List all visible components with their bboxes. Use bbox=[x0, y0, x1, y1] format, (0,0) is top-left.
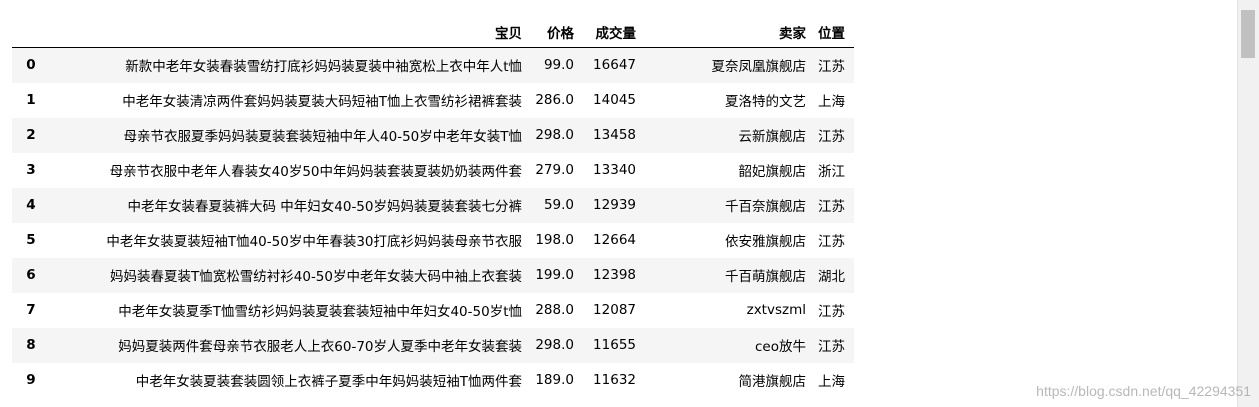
cell-item-name: 中老年女装夏装短袖T恤40-50岁中年春装30打底衫妈妈装母亲节衣服 bbox=[106, 234, 522, 250]
row-index: 9 bbox=[26, 372, 36, 388]
row-index: 3 bbox=[26, 162, 36, 178]
cell-seller: 千百萌旗舰店 bbox=[725, 269, 806, 285]
table-row: 8 妈妈夏装两件套母亲节衣服老人上衣60-70岁人夏季中老年女装套装 298.0 11… bbox=[12, 327, 854, 363]
cell-item-name: 中老年女装清凉两件套妈妈装夏装大码短袖T恤上衣雪纺衫裙裤套装 bbox=[122, 94, 522, 110]
cell-volume: 12939 bbox=[593, 197, 636, 213]
cell-volume: 11655 bbox=[593, 337, 636, 353]
cell-location: 江苏 bbox=[818, 199, 845, 215]
cell-seller: 夏奈凤凰旗舰店 bbox=[711, 59, 807, 76]
column-header-location: 位置 bbox=[812, 16, 854, 48]
scrollbar-thumb[interactable] bbox=[1241, 10, 1255, 58]
cell-seller: 依安雅旗舰店 bbox=[725, 234, 806, 250]
cell-volume: 11632 bbox=[593, 372, 636, 388]
table-header: 宝贝 价格 成交量 卖家 位置 bbox=[12, 16, 854, 48]
cell-seller: ceo放牛 bbox=[755, 339, 806, 355]
table-row: 5 中老年女装夏装短袖T恤40-50岁中年春装30打底衫妈妈装母亲节衣服 198.0… bbox=[12, 222, 854, 258]
row-index: 4 bbox=[26, 197, 36, 213]
cell-seller: 夏洛特的文艺 bbox=[725, 94, 806, 110]
cell-location: 上海 bbox=[818, 374, 845, 390]
cell-seller: zxtvszml bbox=[746, 302, 806, 318]
table-row: 2 母亲节衣服夏季妈妈装夏装套装短袖中年人40-50岁中老年女装T恤 298.0 13… bbox=[12, 117, 854, 153]
cell-location: 浙江 bbox=[818, 164, 845, 180]
cell-item-name: 母亲节衣服中老年人春装女40岁50中年妈妈装套装夏装奶奶装两件套 bbox=[109, 164, 522, 180]
cell-volume: 12087 bbox=[593, 302, 636, 318]
table-row: 3 母亲节衣服中老年人春装女40岁50中年妈妈装套装夏装奶奶装两件套 279.0 13… bbox=[12, 152, 854, 188]
cell-location: 江苏 bbox=[818, 339, 845, 355]
cell-item-name: 中老年女装夏装套装圆领上衣裤子夏季中年妈妈装短袖T恤两件套 bbox=[135, 374, 522, 390]
cell-seller: 云新旗舰店 bbox=[738, 129, 807, 145]
cell-item-name: 妈妈装春夏装T恤宽松雪纺衬衫40-50岁中老年女装大码中袖上衣套装 bbox=[110, 269, 522, 285]
cell-price: 298.0 bbox=[535, 337, 574, 353]
cell-volume: 13458 bbox=[593, 127, 636, 143]
cell-location: 江苏 bbox=[818, 129, 845, 145]
table-row: 6 妈妈装春夏装T恤宽松雪纺衬衫40-50岁中老年女装大码中袖上衣套装 199.0 1… bbox=[12, 257, 854, 293]
cell-price: 286.0 bbox=[535, 92, 574, 108]
table-body: 0 新款中老年女装春装雪纺打底衫妈妈装夏装中袖宽松上衣中年人t恤 99.0 16647… bbox=[12, 47, 854, 398]
notebook-output-area: 宝贝 价格 成交量 卖家 位置 0 新款中老年女装春装雪纺打底衫妈妈装夏装中袖宽松… bbox=[0, 0, 1259, 407]
column-header-price: 价格 bbox=[528, 16, 580, 48]
table-row: 4 中老年女装春夏装裤大码 中年妇女40-50岁妈妈装夏装套装七分裤 59.0 129… bbox=[12, 187, 854, 223]
cell-price: 288.0 bbox=[535, 302, 574, 318]
row-index: 7 bbox=[26, 302, 36, 318]
cell-item-name: 新款中老年女装春装雪纺打底衫妈妈装夏装中袖宽松上衣中年人t恤 bbox=[125, 59, 522, 76]
table-row: 0 新款中老年女装春装雪纺打底衫妈妈装夏装中袖宽松上衣中年人t恤 99.0 16647… bbox=[12, 47, 854, 83]
cell-seller: 简港旗舰店 bbox=[738, 374, 807, 390]
cell-price: 99.0 bbox=[543, 57, 574, 74]
cell-volume: 14045 bbox=[593, 92, 636, 108]
cell-price: 199.0 bbox=[535, 267, 574, 283]
cell-location: 江苏 bbox=[818, 234, 845, 250]
row-index: 2 bbox=[26, 127, 36, 143]
cell-seller: 千百奈旗舰店 bbox=[725, 199, 806, 215]
table-row: 1 中老年女装清凉两件套妈妈装夏装大码短袖T恤上衣雪纺衫裙裤套装 286.0 1404… bbox=[12, 82, 854, 118]
row-index: 5 bbox=[26, 232, 36, 248]
cell-price: 59.0 bbox=[543, 197, 574, 213]
cell-price: 279.0 bbox=[535, 162, 574, 178]
cell-volume: 12398 bbox=[593, 267, 636, 283]
column-header-volume: 成交量 bbox=[580, 16, 642, 48]
column-header-seller: 卖家 bbox=[642, 16, 812, 48]
watermark-text: https://blog.csdn.net/qq_42294351 bbox=[1036, 383, 1251, 399]
cell-item-name: 妈妈夏装两件套母亲节衣服老人上衣60-70岁人夏季中老年女装套装 bbox=[118, 339, 522, 355]
cell-location: 江苏 bbox=[818, 59, 845, 76]
cell-volume: 12664 bbox=[593, 232, 636, 248]
cell-price: 198.0 bbox=[535, 232, 574, 248]
cell-item-name: 母亲节衣服夏季妈妈装夏装套装短袖中年人40-50岁中老年女装T恤 bbox=[123, 129, 522, 145]
cell-item-name: 中老年女装春夏装裤大码 中年妇女40-50岁妈妈装夏装套装七分裤 bbox=[127, 199, 522, 215]
cell-seller: 韶妃旗舰店 bbox=[738, 164, 807, 180]
cell-price: 189.0 bbox=[535, 372, 574, 388]
header-row: 宝贝 价格 成交量 卖家 位置 bbox=[12, 16, 854, 48]
index-header bbox=[12, 16, 50, 48]
cell-location: 湖北 bbox=[818, 269, 845, 285]
table-row: 9 中老年女装夏装套装圆领上衣裤子夏季中年妈妈装短袖T恤两件套 189.0 11632… bbox=[12, 362, 854, 398]
cell-volume: 16647 bbox=[593, 57, 636, 74]
row-index: 1 bbox=[26, 92, 36, 108]
vertical-scrollbar[interactable] bbox=[1237, 0, 1259, 407]
cell-volume: 13340 bbox=[593, 162, 636, 178]
cell-price: 298.0 bbox=[535, 127, 574, 143]
cell-item-name: 中老年女装夏季T恤雪纺衫妈妈装夏装套装短袖中年妇女40-50岁t恤 bbox=[118, 304, 522, 320]
column-header-item: 宝贝 bbox=[50, 16, 528, 48]
row-index: 8 bbox=[26, 337, 36, 353]
row-index: 6 bbox=[26, 267, 36, 283]
cell-location: 江苏 bbox=[818, 304, 845, 320]
dataframe-table: 宝贝 价格 成交量 卖家 位置 0 新款中老年女装春装雪纺打底衫妈妈装夏装中袖宽松… bbox=[12, 16, 854, 398]
table-row: 7 中老年女装夏季T恤雪纺衫妈妈装夏装套装短袖中年妇女40-50岁t恤 288.0 1… bbox=[12, 292, 854, 328]
cell-location: 上海 bbox=[818, 94, 845, 110]
row-index: 0 bbox=[26, 57, 36, 74]
